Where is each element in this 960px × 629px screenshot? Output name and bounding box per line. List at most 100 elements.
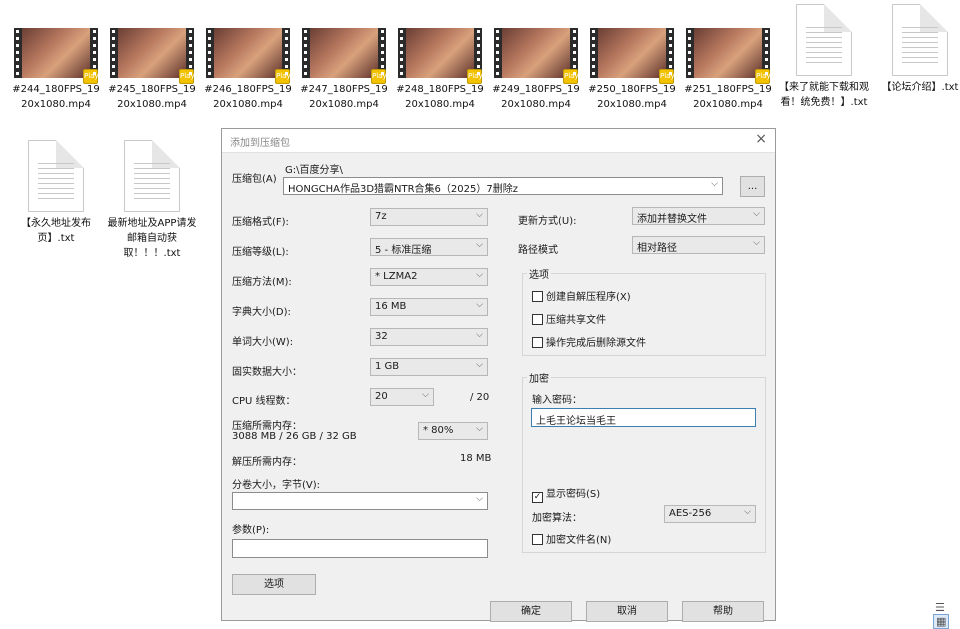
check-icon: ✓	[532, 492, 543, 503]
file-name: #244_180FPS_1920x1080.mp4	[12, 84, 100, 110]
file-name: #248_180FPS_1920x1080.mp4	[396, 84, 484, 110]
encrypt-names-checkbox[interactable]: 加密文件名(N)	[532, 531, 611, 546]
create-sfx-checkbox[interactable]: 创建自解压程序(X)	[532, 288, 631, 303]
word-size-select[interactable]: 32 ⌵	[370, 328, 488, 346]
parameters-label: 参数(P):	[232, 525, 270, 536]
chevron-down-icon: ⌵	[476, 240, 483, 250]
solid-block-value: 1 GB	[375, 361, 400, 372]
level-label: 压缩等级(L):	[232, 247, 289, 258]
archive-path: G:\百度分享\	[285, 165, 343, 176]
split-size-combobox[interactable]: ⌵	[232, 492, 488, 510]
show-password-checkbox[interactable]: ✓ 显示密码(S)	[532, 485, 600, 503]
password-input[interactable]: 上毛王论坛当毛王	[531, 408, 756, 427]
memory-percent-select[interactable]: * 80% ⌵	[418, 422, 488, 440]
dictionary-select[interactable]: 16 MB ⌵	[370, 298, 488, 316]
chevron-down-icon: ⌵	[476, 210, 483, 220]
checkbox-label: 加密文件名(N)	[546, 535, 612, 546]
file-name: 【永久地址发布页】.txt	[21, 218, 91, 244]
video-file-247[interactable]: Player #247_180FPS_1920x1080.mp4	[298, 28, 394, 112]
format-select[interactable]: 7z ⌵	[370, 208, 488, 226]
memory-label: 压缩所需内存：	[232, 421, 302, 432]
ok-button[interactable]: 确定	[490, 601, 572, 622]
solid-block-select[interactable]: 1 GB ⌵	[370, 358, 488, 376]
video-thumbnail-icon: Player	[206, 28, 298, 84]
player-badge-icon: Player	[467, 69, 490, 84]
video-file-250[interactable]: Player #250_180FPS_1920x1080.mp4	[586, 28, 682, 112]
video-file-245[interactable]: Player #245_180FPS_1920x1080.mp4	[106, 28, 202, 112]
checkbox-box	[532, 314, 543, 325]
dictionary-label: 字典大小(D):	[232, 307, 291, 318]
compress-shared-checkbox[interactable]: 压缩共享文件	[532, 311, 606, 326]
chevron-down-icon: ⌵	[476, 330, 483, 340]
file-name: 最新地址及APP请发邮箱自动获取！！！.txt	[107, 218, 197, 259]
video-file-251[interactable]: Player #251_180FPS_1920x1080.mp4	[682, 28, 778, 112]
cpu-threads-value: 20	[375, 391, 388, 402]
options-group-label: 选项	[527, 266, 551, 281]
text-document-icon	[124, 140, 180, 212]
cpu-threads-select[interactable]: 20 ⌵	[370, 388, 434, 406]
text-file-forum-intro[interactable]: 【论坛介绍】.txt	[874, 4, 960, 95]
chevron-down-icon: ⌵	[744, 507, 751, 517]
chevron-down-icon: ⌵	[476, 360, 483, 370]
path-mode-select[interactable]: 相对路径 ⌵	[632, 236, 765, 254]
checkbox-label: 创建自解压程序(X)	[546, 292, 631, 303]
video-thumbnail-icon: Player	[302, 28, 394, 84]
method-select[interactable]: * LZMA2 ⌵	[370, 268, 488, 286]
chevron-down-icon[interactable]: ⌵	[711, 179, 718, 189]
archive-name-combobox[interactable]: HONGCHA作品3D猎霸NTR合集6（2025）7删除z ⌵	[283, 177, 723, 195]
video-thumbnail-icon: Player	[494, 28, 586, 84]
path-mode-value: 相对路径	[637, 243, 677, 254]
path-mode-label: 路径模式	[518, 245, 558, 256]
cancel-button[interactable]: 取消	[586, 601, 668, 622]
delete-after-checkbox[interactable]: 操作完成后删除源文件	[532, 334, 646, 349]
file-name: #246_180FPS_1920x1080.mp4	[204, 84, 292, 110]
add-to-archive-dialog: 添加到压缩包 × 压缩包(A) G:\百度分享\ HONGCHA作品3D猎霸NT…	[221, 128, 776, 622]
text-document-icon	[892, 4, 948, 76]
player-badge-icon: Player	[563, 69, 586, 84]
player-badge-icon: Player	[659, 69, 682, 84]
video-file-249[interactable]: Player #249_180FPS_1920x1080.mp4	[490, 28, 586, 112]
level-value: 5 - 标准压缩	[375, 245, 432, 256]
checkbox-box	[532, 291, 543, 302]
help-button[interactable]: 帮助	[682, 601, 764, 622]
split-size-label: 分卷大小，字节(V):	[232, 480, 321, 491]
file-name: 【来了就能下载和观看！统免费！】.txt	[779, 82, 869, 108]
update-mode-select[interactable]: 添加并替换文件 ⌵	[632, 207, 765, 225]
text-file-permanent-address[interactable]: 【永久地址发布页】.txt	[10, 140, 102, 246]
level-select[interactable]: 5 - 标准压缩 ⌵	[370, 238, 488, 256]
video-thumbnail-icon: Player	[14, 28, 106, 84]
encryption-method-value: AES-256	[669, 508, 712, 519]
dictionary-value: 16 MB	[375, 301, 407, 312]
options-button[interactable]: 选项	[232, 574, 316, 595]
browse-button[interactable]: ...	[740, 176, 765, 197]
text-file-latest-address[interactable]: 最新地址及APP请发邮箱自动获取！！！.txt	[106, 140, 198, 261]
large-icons-view-icon[interactable]: ▦	[933, 614, 950, 629]
player-badge-icon: Player	[275, 69, 298, 84]
password-label: 输入密码：	[532, 395, 582, 406]
file-name: #251_180FPS_1920x1080.mp4	[684, 84, 772, 110]
file-name: #247_180FPS_1920x1080.mp4	[300, 84, 388, 110]
chevron-down-icon: ⌵	[476, 270, 483, 280]
parameters-input[interactable]	[232, 539, 488, 558]
solid-block-label: 固实数据大小：	[232, 367, 302, 378]
format-label: 压缩格式(F):	[232, 217, 289, 228]
video-file-246[interactable]: Player #246_180FPS_1920x1080.mp4	[202, 28, 298, 112]
word-size-label: 单词大小(W):	[232, 337, 294, 348]
video-thumbnail-icon: Player	[110, 28, 202, 84]
dialog-title-bar: 添加到压缩包 ×	[222, 129, 775, 153]
chevron-down-icon: ⌵	[753, 238, 760, 248]
decompress-memory-value: 18 MB	[460, 453, 492, 464]
archive-name-value: HONGCHA作品3D猎霸NTR合集6（2025）7删除z	[288, 184, 518, 195]
text-document-icon	[28, 140, 84, 212]
close-icon[interactable]: ×	[755, 131, 767, 147]
encryption-method-select[interactable]: AES-256 ⌵	[664, 505, 756, 523]
video-file-244[interactable]: Player #244_180FPS_1920x1080.mp4	[10, 28, 106, 112]
video-file-248[interactable]: Player #248_180FPS_1920x1080.mp4	[394, 28, 490, 112]
text-file-free-download[interactable]: 【来了就能下载和观看！统免费！】.txt	[778, 4, 870, 110]
checkbox-label: 显示密码(S)	[546, 489, 601, 500]
details-view-icon[interactable]: ☰	[933, 601, 947, 614]
chevron-down-icon: ⌵	[476, 424, 483, 434]
archive-label: 压缩包(A)	[232, 174, 277, 185]
file-name: 【论坛介绍】.txt	[881, 82, 959, 93]
checkbox-box	[532, 337, 543, 348]
